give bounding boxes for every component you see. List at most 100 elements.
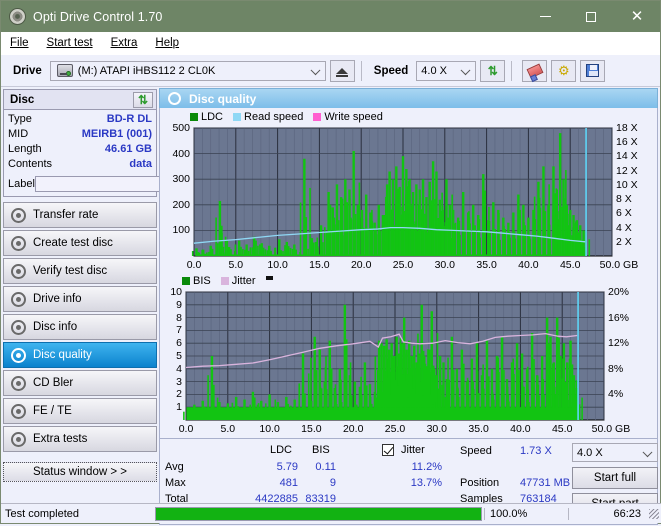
legend-swatch xyxy=(220,277,229,285)
status-window-button[interactable]: Status window > > xyxy=(3,462,157,482)
disc-refresh-button[interactable]: ⇅ xyxy=(133,91,153,108)
window-title: Opti Drive Control 1.70 xyxy=(33,9,163,24)
x-axis-tick: 15.0 xyxy=(309,259,330,271)
y-axis-tick: 300 xyxy=(172,173,190,186)
sidebar-item-extra-tests[interactable]: Extra tests xyxy=(3,426,157,452)
refresh-icon: ⇅ xyxy=(137,92,149,107)
chart-1-legend: LDC Read speed Write speed xyxy=(160,110,657,124)
status-text: Test completed xyxy=(5,507,79,520)
disc-info-rows: Type BD-R DL MID MEIRB1 (001) Length 46.… xyxy=(4,110,236,196)
progress-fill xyxy=(156,507,481,520)
menu-help-label: Help xyxy=(155,37,180,49)
menu-bar: File Start test Extra Help xyxy=(1,32,660,55)
minimize-button[interactable] xyxy=(522,1,568,32)
sidebar-item-disc-quality[interactable]: Disc quality xyxy=(3,342,157,368)
disc-label-row: Label xyxy=(8,175,236,193)
menu-extra[interactable]: Extra xyxy=(111,37,138,49)
disc-row-type: Type BD-R DL xyxy=(8,112,152,127)
eject-button[interactable] xyxy=(329,59,355,82)
sidebar-item-transfer-rate[interactable]: Transfer rate xyxy=(3,202,157,228)
drive-icon xyxy=(56,64,73,77)
disc-quality-icon xyxy=(168,92,181,105)
x-axis-tick: 25.0 xyxy=(384,423,406,435)
floppy-save-icon xyxy=(586,64,600,77)
gears-icon: ⚙ xyxy=(557,63,570,78)
x-axis-tick: 0.0 xyxy=(186,259,202,271)
chevron-down-icon xyxy=(642,446,653,457)
title-bar: Opti Drive Control 1.70 ✕ xyxy=(1,1,660,32)
disc-row-key: Length xyxy=(8,143,42,155)
chevron-down-icon xyxy=(460,64,471,75)
menu-file[interactable]: File xyxy=(10,37,29,49)
drive-select[interactable]: (M:) ATAPI iHBS112 2 CL0K xyxy=(49,60,326,81)
sidebar-item-label: Verify test disc xyxy=(33,265,108,277)
x-axis-tick: 50.0 GB xyxy=(591,423,631,435)
sidebar-item-disc-info[interactable]: Disc info xyxy=(3,314,157,340)
y2-axis-tick: 4 X xyxy=(616,221,632,234)
sidebar-item-label: Transfer rate xyxy=(33,209,99,221)
x-axis-tick: 30.0 xyxy=(434,259,456,271)
close-button[interactable]: ✕ xyxy=(614,1,660,32)
y2-axis-tick: 8% xyxy=(608,362,624,375)
legend-swatch xyxy=(313,113,322,121)
x-axis-tick: 35.0 xyxy=(476,259,497,271)
legend-swatch xyxy=(182,277,190,285)
speed-select[interactable]: 4.0 X xyxy=(416,60,477,81)
sidebar-item-label: CD Bler xyxy=(33,377,74,389)
settings-button[interactable]: ⚙ xyxy=(551,59,577,82)
disc-panel-header: Disc ⇅ xyxy=(4,90,156,110)
sidebar-item-label: Extra tests xyxy=(33,433,88,445)
disc-icon xyxy=(11,263,26,279)
refresh-button[interactable]: ⇅ xyxy=(480,59,506,82)
legend-item-jitter: Jitter xyxy=(220,275,256,287)
sidebar-item-label: Drive info xyxy=(33,293,82,305)
stats-col-ldc: LDC xyxy=(270,444,293,456)
save-button[interactable] xyxy=(580,59,606,82)
menu-help[interactable]: Help xyxy=(155,37,179,49)
disc-row-value: MEIRB1 (001) xyxy=(81,128,152,140)
menu-start-test[interactable]: Start test xyxy=(47,37,93,49)
disc-panel: Disc ⇅ Type BD-R DL MID MEIRB1 (001) Len… xyxy=(3,89,236,197)
sidebar-item-cd-bler[interactable]: CD Bler xyxy=(3,370,157,396)
disc-row-contents: Contents data xyxy=(8,157,152,172)
legend-item-write-speed: Write speed xyxy=(313,111,383,123)
y2-axis-tick: 18 X xyxy=(616,122,638,134)
erase-button[interactable] xyxy=(522,59,548,82)
stats-row-avg-label: Avg xyxy=(165,461,184,473)
disc-icon xyxy=(11,207,26,223)
speed-stat-value: 1.73 X xyxy=(520,445,552,457)
refresh-icon: ⇅ xyxy=(487,63,498,78)
test-speed-select[interactable]: 4.0 X xyxy=(572,443,658,462)
legend-swatch xyxy=(233,113,242,121)
jitter-checkbox[interactable] xyxy=(382,444,394,456)
y-axis-tick: 1 xyxy=(176,401,182,414)
sidebar-item-fe-te[interactable]: FE / TE xyxy=(3,398,157,424)
x-axis-tick: 40.0 xyxy=(510,423,531,435)
marker-icon xyxy=(265,276,273,280)
y-axis-tick: 10 xyxy=(170,286,182,298)
sidebar-item-verify-test-disc[interactable]: Verify test disc xyxy=(3,258,157,284)
x-axis-tick: 15.0 xyxy=(301,423,322,435)
y-axis-tick: 8 xyxy=(176,311,182,324)
x-axis-tick: 40.0 xyxy=(518,259,539,271)
maximize-button[interactable] xyxy=(568,1,614,32)
y-axis-tick: 2 xyxy=(176,388,182,401)
content-pane: Disc quality LDC Read speed Write speed … xyxy=(159,87,660,526)
chevron-down-icon xyxy=(310,64,321,75)
progress-bar xyxy=(155,506,482,521)
drive-label: Drive xyxy=(13,64,42,77)
sidebar-item-drive-info[interactable]: Drive info xyxy=(3,286,157,312)
start-full-button[interactable]: Start full xyxy=(572,467,658,489)
menu-file-label: File xyxy=(10,37,29,49)
sidebar-item-create-test-disc[interactable]: Create test disc xyxy=(3,230,157,256)
y-axis-tick: 400 xyxy=(172,147,190,160)
y2-axis-tick: 12% xyxy=(608,337,630,350)
disc-icon xyxy=(11,431,26,447)
disc-icon xyxy=(11,347,26,363)
resize-grip-icon[interactable] xyxy=(649,508,659,519)
stats-max-jitter: 13.7% xyxy=(410,477,442,489)
position-stat-value: 47731 MB xyxy=(520,477,571,489)
legend-item-ldc: LDC xyxy=(190,111,223,123)
eject-icon xyxy=(336,67,349,77)
y2-axis-tick: 14 X xyxy=(616,150,638,163)
